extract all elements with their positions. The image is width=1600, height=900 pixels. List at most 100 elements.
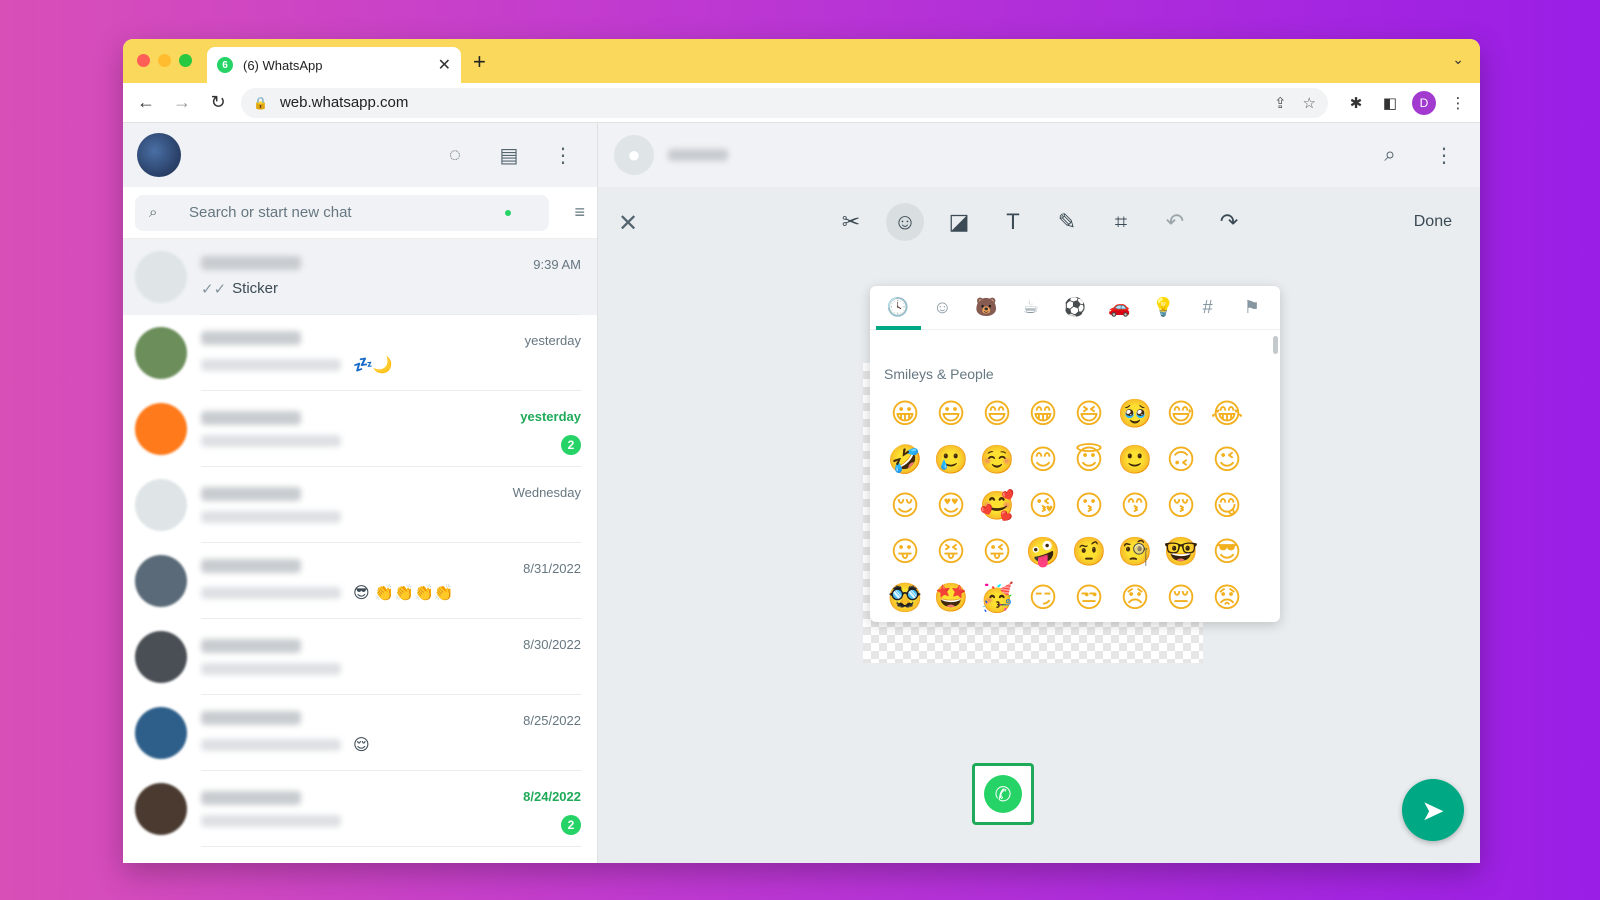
emoji-option[interactable]: 😛 xyxy=(882,534,928,570)
crop-icon[interactable]: ⌗ xyxy=(1102,203,1140,241)
emoji-option[interactable]: 🧐 xyxy=(1112,534,1158,570)
chat-list-item[interactable]: Wednesday xyxy=(123,467,597,543)
menu-kebab-icon[interactable]: ⋮ xyxy=(543,135,583,175)
chat-list-item[interactable]: ✓✓ Sticker 9:39 AM xyxy=(123,239,597,315)
emoji-option[interactable]: 😜 xyxy=(974,534,1020,570)
chat-list-item[interactable]: yesterday 2 xyxy=(123,391,597,467)
filter-icon[interactable]: ≡ xyxy=(549,202,585,223)
emoji-option[interactable]: 😋 xyxy=(1204,488,1250,524)
chat-list-item[interactable]: 8/24/2022 2 xyxy=(123,771,597,847)
emoji-icon[interactable]: ☺ xyxy=(886,203,924,241)
emoji-option[interactable]: 🥹 xyxy=(1112,396,1158,432)
emoji-scrollbar[interactable] xyxy=(1273,336,1278,354)
emoji-option[interactable]: 🥳 xyxy=(974,580,1020,616)
food-icon[interactable]: ☕ xyxy=(1009,297,1053,318)
flags-icon[interactable]: ⚑ xyxy=(1230,297,1274,318)
lock-icon: 🔒 xyxy=(253,95,268,110)
emoji-option[interactable]: ☺️ xyxy=(974,442,1020,478)
emoji-option[interactable]: 😊 xyxy=(1020,442,1066,478)
emoji-option[interactable]: 🤩 xyxy=(928,580,974,616)
smileys-icon[interactable]: ☺ xyxy=(920,297,964,318)
text-icon[interactable]: T xyxy=(994,203,1032,241)
recent-icon[interactable]: 🕓 xyxy=(876,297,920,318)
conversation-menu-kebab-icon[interactable]: ⋮ xyxy=(1424,135,1464,175)
scissors-icon[interactable]: ✂ xyxy=(832,203,870,241)
emoji-option[interactable]: 😍 xyxy=(928,488,974,524)
chat-list-item[interactable]: 😌 8/25/2022 xyxy=(123,695,597,771)
emoji-option[interactable]: 🥸 xyxy=(882,580,928,616)
pencil-icon[interactable]: ✎ xyxy=(1048,203,1086,241)
browser-menu-kebab-icon[interactable]: ⋮ xyxy=(1446,91,1470,115)
emoji-option[interactable]: 😆 xyxy=(1066,396,1112,432)
emoji-option[interactable]: 🙂 xyxy=(1112,442,1158,478)
emoji-option[interactable]: 😚 xyxy=(1158,488,1204,524)
emoji-option[interactable]: 😝 xyxy=(928,534,974,570)
tab-strip: 6 (6) WhatsApp ✕ + ⌄ xyxy=(123,39,1480,83)
emoji-option[interactable]: 😇 xyxy=(1066,442,1112,478)
done-button[interactable]: Done xyxy=(1414,213,1452,231)
emoji-option[interactable]: 😎 xyxy=(1204,534,1250,570)
emoji-option[interactable]: 😏 xyxy=(1020,580,1066,616)
my-avatar[interactable] xyxy=(137,133,181,177)
search-input[interactable]: ⌕ Search or start new chat xyxy=(135,194,549,231)
emoji-option[interactable]: 🤓 xyxy=(1158,534,1204,570)
minimize-window-button[interactable] xyxy=(158,54,171,67)
activity-icon[interactable]: ⚽ xyxy=(1053,297,1097,318)
emoji-option[interactable]: 😅 xyxy=(1158,396,1204,432)
tab-close-icon[interactable]: ✕ xyxy=(438,55,451,75)
forward-arrow-icon[interactable]: → xyxy=(169,90,195,116)
emoji-option[interactable]: 🥰 xyxy=(974,488,1020,524)
animals-icon[interactable]: 🐻 xyxy=(964,297,1008,318)
message-blurred xyxy=(201,738,341,751)
search-icon[interactable]: ⌕ xyxy=(1370,135,1410,175)
contact-avatar[interactable]: ● xyxy=(614,135,654,175)
address-bar[interactable]: 🔒 web.whatsapp.com ⇪ ☆ xyxy=(241,87,1328,118)
maximize-window-button[interactable] xyxy=(179,54,192,67)
emoji-option[interactable]: 😄 xyxy=(974,396,1020,432)
share-icon[interactable]: ⇪ xyxy=(1274,94,1287,112)
emoji-option[interactable]: 😉 xyxy=(1204,442,1250,478)
close-window-button[interactable] xyxy=(137,54,150,67)
emoji-option[interactable]: 😂 xyxy=(1204,396,1250,432)
profile-avatar[interactable]: D xyxy=(1412,90,1436,115)
emoji-option[interactable]: 🤨 xyxy=(1066,534,1112,570)
emoji-option[interactable]: 😃 xyxy=(928,396,974,432)
emoji-option[interactable]: 🤣 xyxy=(882,442,928,478)
chat-list-item[interactable]: 😎 👏👏👏👏 8/31/2022 xyxy=(123,543,597,619)
emoji-option[interactable]: 😙 xyxy=(1112,488,1158,524)
emoji-option[interactable]: 😔 xyxy=(1158,580,1204,616)
back-arrow-icon[interactable]: ← xyxy=(133,90,159,116)
objects-icon[interactable]: 💡 xyxy=(1141,297,1185,318)
chat-time: Wednesday xyxy=(512,485,581,500)
emoji-option[interactable]: 🙃 xyxy=(1158,442,1204,478)
emoji-option[interactable]: 😀 xyxy=(882,396,928,432)
emoji-option[interactable]: 😒 xyxy=(1066,580,1112,616)
chat-list-item[interactable]: 8/30/2022 xyxy=(123,619,597,695)
tab-search-chevron-icon[interactable]: ⌄ xyxy=(1452,51,1464,68)
redo-icon[interactable]: ↷ xyxy=(1210,203,1248,241)
emoji-option[interactable]: 🤪 xyxy=(1020,534,1066,570)
chat-list-item[interactable]: 💤🌙 yesterday xyxy=(123,315,597,391)
undo-icon[interactable]: ↶ xyxy=(1156,203,1194,241)
emoji-option[interactable]: 😁 xyxy=(1020,396,1066,432)
bookmark-star-icon[interactable]: ☆ xyxy=(1303,94,1316,112)
emoji-option[interactable]: 😟 xyxy=(1204,580,1250,616)
send-button[interactable]: ➤ xyxy=(1402,779,1464,841)
new-chat-icon[interactable]: ▤ xyxy=(489,135,529,175)
extensions-puzzle-icon[interactable]: ✱ xyxy=(1344,91,1368,115)
close-editor-icon[interactable]: ✕ xyxy=(618,209,648,238)
emoji-option[interactable]: 😘 xyxy=(1020,488,1066,524)
emoji-option[interactable]: 🥲 xyxy=(928,442,974,478)
browser-tab[interactable]: 6 (6) WhatsApp ✕ xyxy=(207,47,461,83)
symbols-icon[interactable]: # xyxy=(1186,297,1230,318)
travel-icon[interactable]: 🚗 xyxy=(1097,297,1141,318)
side-panel-icon[interactable]: ◧ xyxy=(1378,91,1402,115)
sticker-icon[interactable]: ◪ xyxy=(940,203,978,241)
status-icon[interactable]: ◌ xyxy=(435,135,475,175)
reload-icon[interactable]: ↻ xyxy=(205,90,231,116)
emoji-option[interactable]: 😗 xyxy=(1066,488,1112,524)
media-thumbnail[interactable]: ✆ xyxy=(972,763,1034,825)
emoji-option[interactable]: 😞 xyxy=(1112,580,1158,616)
new-tab-button[interactable]: + xyxy=(473,49,486,75)
emoji-option[interactable]: 😌 xyxy=(882,488,928,524)
